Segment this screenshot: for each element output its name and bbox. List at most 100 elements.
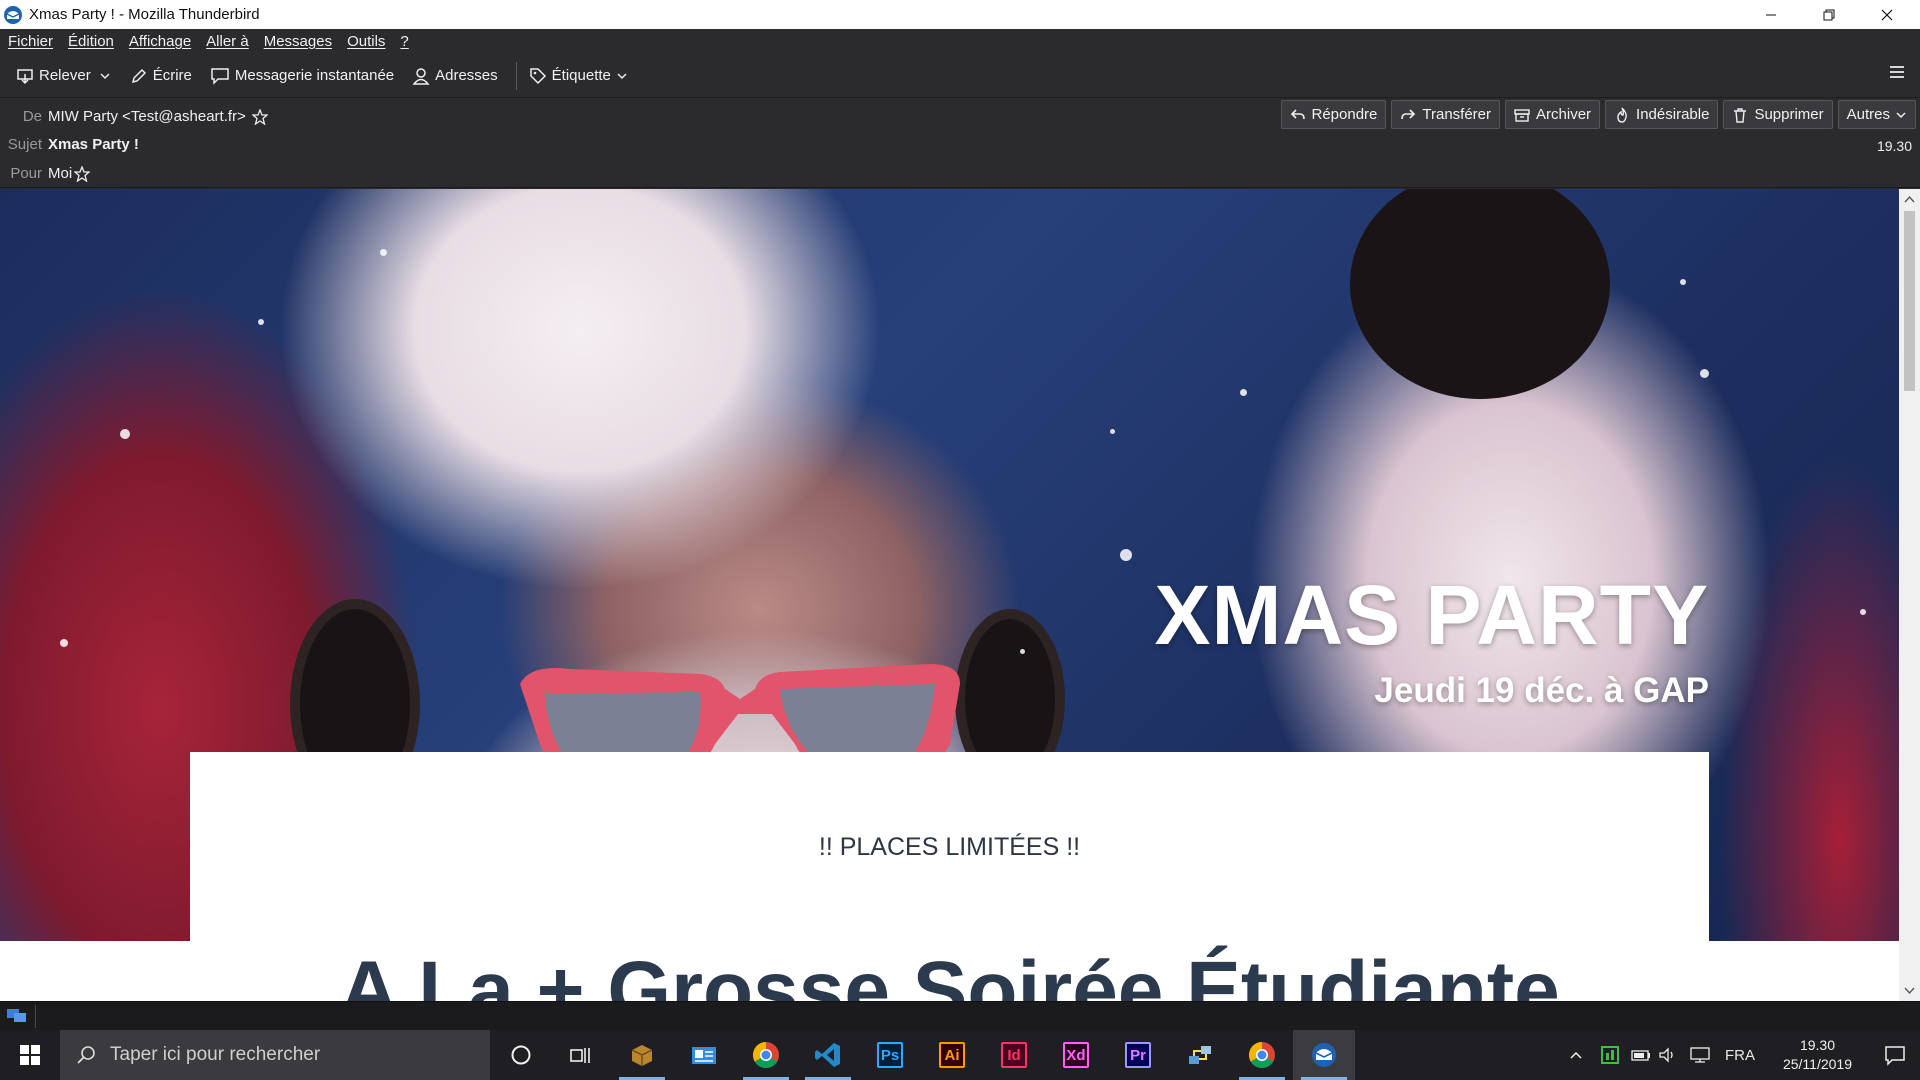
status-bar bbox=[0, 1001, 1920, 1030]
to-value[interactable]: Moi bbox=[48, 165, 72, 182]
hero-title: XMAS PARTY bbox=[1154, 568, 1709, 662]
menu-affichage[interactable]: Affichage bbox=[129, 33, 191, 50]
glove-shape bbox=[1350, 189, 1610, 399]
scroll-down-icon[interactable] bbox=[1903, 984, 1916, 997]
start-button[interactable] bbox=[0, 1030, 60, 1080]
tray-chevron[interactable] bbox=[1568, 1030, 1584, 1080]
taskbar-app-thunderbird[interactable] bbox=[1293, 1030, 1355, 1080]
tray-battery[interactable] bbox=[1631, 1030, 1651, 1080]
snowflake bbox=[120, 429, 130, 439]
speaker-icon bbox=[1659, 1047, 1673, 1063]
menu-edition[interactable]: Édition bbox=[68, 33, 114, 50]
thunderbird-icon bbox=[1312, 1043, 1336, 1067]
scroll-up-icon[interactable] bbox=[1903, 193, 1916, 206]
main-heading: A La + Grosse Soirée Étudiante bbox=[339, 945, 1560, 1001]
restore-icon bbox=[1823, 9, 1835, 20]
restore-button[interactable] bbox=[1800, 0, 1858, 29]
taskbar-app-chrome[interactable] bbox=[735, 1030, 797, 1080]
star-icon[interactable] bbox=[251, 108, 268, 125]
menu-outils[interactable]: Outils bbox=[347, 33, 385, 50]
minimize-icon bbox=[1766, 14, 1776, 15]
forward-button[interactable]: Transférer bbox=[1391, 100, 1501, 129]
get-mail-button[interactable]: Relever bbox=[10, 60, 97, 92]
tray-network[interactable] bbox=[1689, 1030, 1711, 1080]
chat-bubble-icon bbox=[211, 67, 229, 85]
message-body[interactable]: XMAS PARTY Jeudi 19 déc. à GAP !! PLACES… bbox=[0, 189, 1899, 1001]
menu-messages[interactable]: Messages bbox=[264, 33, 332, 50]
snowflake bbox=[1680, 279, 1686, 285]
task-view-button[interactable] bbox=[549, 1030, 611, 1080]
taskbar-app-explorer[interactable] bbox=[673, 1030, 735, 1080]
taskbar-app-illustrator[interactable]: Ai bbox=[921, 1030, 983, 1080]
snowflake bbox=[1020, 649, 1025, 654]
taskbar-app-package[interactable] bbox=[611, 1030, 673, 1080]
trash-icon bbox=[1734, 107, 1747, 123]
chevron-up-icon bbox=[1570, 1051, 1582, 1059]
cortana-button[interactable] bbox=[490, 1030, 552, 1080]
junk-button[interactable]: Indésirable bbox=[1605, 100, 1719, 129]
taskbar-app-photoshop[interactable]: Ps bbox=[859, 1030, 921, 1080]
reply-icon bbox=[1290, 108, 1305, 119]
taskbar-app-network-tool[interactable] bbox=[1169, 1030, 1231, 1080]
taskbar-clock[interactable]: 19.30 25/11/2019 bbox=[1783, 1036, 1852, 1074]
star-icon[interactable] bbox=[74, 165, 91, 182]
archive-button[interactable]: Archiver bbox=[1505, 100, 1601, 129]
flame-icon bbox=[1617, 107, 1627, 123]
chat-button[interactable]: Messagerie instantanée bbox=[204, 60, 400, 92]
other-actions-button[interactable]: Autres bbox=[1837, 100, 1916, 129]
clock-date: 25/11/2019 bbox=[1782, 1056, 1852, 1072]
delete-button[interactable]: Supprimer bbox=[1723, 100, 1833, 129]
taskbar-app-chrome-2[interactable] bbox=[1231, 1030, 1293, 1080]
contact-icon bbox=[412, 67, 430, 85]
address-book-button[interactable]: Adresses bbox=[406, 60, 504, 92]
menu-fichier[interactable]: Fichier bbox=[8, 33, 53, 50]
taskbar-search[interactable]: Taper ici pour rechercher bbox=[60, 1030, 490, 1080]
forward-icon bbox=[1401, 108, 1416, 119]
tray-language[interactable]: FRA bbox=[1725, 1030, 1755, 1080]
chevron-down-icon bbox=[1896, 111, 1906, 118]
tag-button[interactable]: Étiquette bbox=[523, 60, 634, 92]
illustrator-icon: Ai bbox=[939, 1042, 965, 1068]
cortana-circle-icon bbox=[511, 1045, 531, 1065]
tray-green-app-icon bbox=[1601, 1046, 1619, 1064]
status-divider bbox=[35, 1005, 36, 1028]
snowflake bbox=[60, 639, 68, 647]
from-value[interactable]: MIW Party <Test@asheart.fr> bbox=[48, 108, 246, 125]
scroll-thumb[interactable] bbox=[1904, 211, 1915, 391]
chevron-down-icon bbox=[100, 72, 110, 79]
other-actions-label: Autres bbox=[1846, 106, 1890, 123]
taskbar-app-xd[interactable]: Xd bbox=[1045, 1030, 1107, 1080]
menu-bar: Fichier Édition Affichage Aller à Messag… bbox=[0, 29, 1920, 54]
notification-center-button[interactable] bbox=[1884, 1044, 1906, 1070]
online-status-icon[interactable] bbox=[6, 1007, 28, 1025]
toolbar-separator bbox=[515, 61, 517, 90]
chat-label: Messagerie instantanée bbox=[234, 67, 395, 84]
message-time: 19.30 bbox=[1876, 138, 1912, 154]
reply-button[interactable]: Répondre bbox=[1280, 100, 1387, 129]
taskbar-app-indesign[interactable]: Id bbox=[983, 1030, 1045, 1080]
window-title: Xmas Party ! - Mozilla Thunderbird bbox=[29, 6, 260, 23]
to-row: Pour Moi bbox=[0, 165, 91, 182]
minimize-button[interactable] bbox=[1742, 0, 1800, 29]
menu-aller-a[interactable]: Aller à bbox=[206, 33, 249, 50]
package-icon bbox=[631, 1045, 653, 1066]
taskbar-app-premiere[interactable]: Pr bbox=[1107, 1030, 1169, 1080]
message-scrollbar[interactable] bbox=[1899, 189, 1920, 1001]
menu-help[interactable]: ? bbox=[400, 33, 408, 50]
window-titlebar: Xmas Party ! - Mozilla Thunderbird bbox=[0, 0, 1920, 29]
notification-icon bbox=[1885, 1046, 1905, 1066]
snowflake bbox=[1110, 429, 1115, 434]
app-menu-button[interactable] bbox=[1888, 64, 1906, 84]
tray-volume[interactable] bbox=[1658, 1030, 1678, 1080]
close-window-button[interactable] bbox=[1858, 0, 1916, 29]
subject-label: Sujet bbox=[7, 136, 42, 153]
address-book-label: Adresses bbox=[435, 67, 498, 84]
network-tool-icon bbox=[1189, 1046, 1211, 1064]
close-icon bbox=[1881, 9, 1893, 20]
snowflake bbox=[258, 319, 264, 325]
write-button[interactable]: Écrire bbox=[124, 60, 198, 92]
taskbar-app-vscode[interactable] bbox=[797, 1030, 859, 1080]
from-row: De MIW Party <Test@asheart.fr> bbox=[0, 108, 268, 125]
get-mail-dropdown[interactable] bbox=[97, 60, 118, 92]
tray-app[interactable] bbox=[1600, 1030, 1620, 1080]
